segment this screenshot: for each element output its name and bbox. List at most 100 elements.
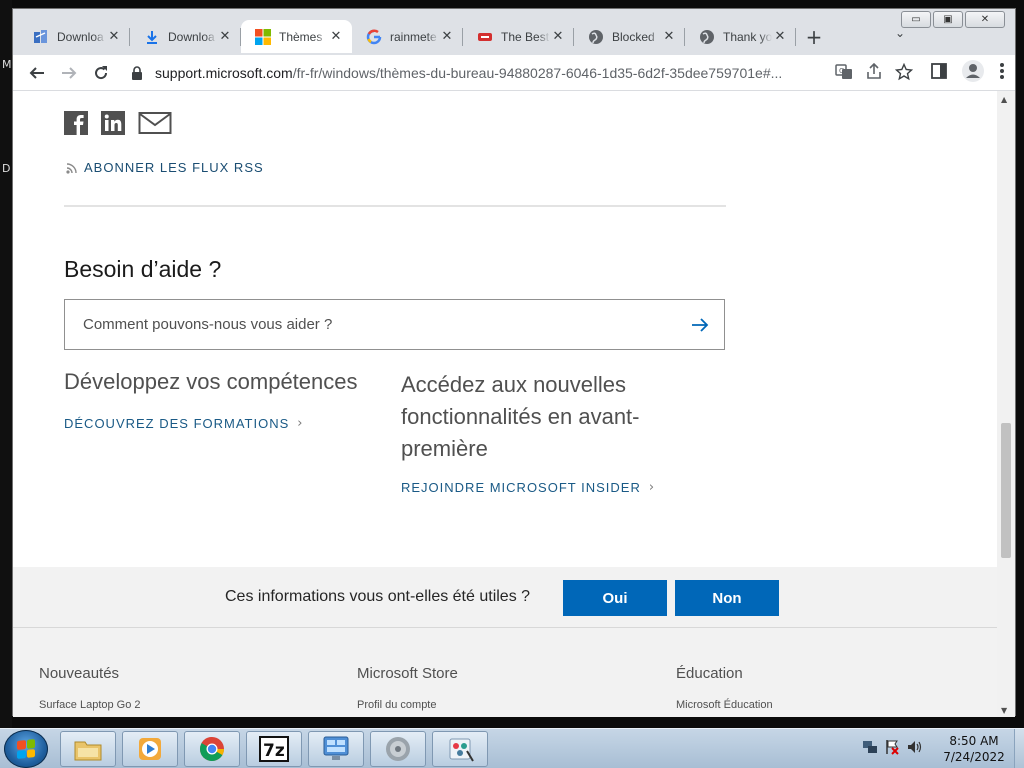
- tab-thank-you[interactable]: Thank yo ✕: [685, 20, 796, 53]
- minimize-button[interactable]: ▭: [901, 11, 931, 28]
- side-panel-icon[interactable]: [931, 63, 947, 79]
- 7zip-icon[interactable]: 7z: [246, 731, 302, 767]
- desktop-icon-label: M: [2, 58, 12, 71]
- menu-dots-icon[interactable]: [999, 62, 1005, 80]
- close-button[interactable]: ✕: [965, 11, 1005, 28]
- browser-toolbar: support.microsoft.com/fr-fr/windows/thèm…: [13, 55, 1015, 91]
- tab-close-icon[interactable]: ✕: [550, 29, 566, 45]
- facebook-icon[interactable]: [64, 111, 88, 135]
- toolbar-right: [931, 59, 1005, 83]
- lock-icon[interactable]: [131, 66, 145, 80]
- url-text[interactable]: support.microsoft.com/fr-fr/windows/thèm…: [155, 65, 782, 81]
- tab-title: Blocked: [612, 29, 655, 44]
- paint-icon[interactable]: [432, 731, 488, 767]
- tab-title: Thèmes: [279, 29, 323, 44]
- rss-subscribe-link[interactable]: ABONNER LES FLUX RSS: [66, 160, 264, 175]
- footer-heading: Nouveautés: [39, 665, 120, 682]
- arrow-right-icon[interactable]: [690, 315, 710, 335]
- page-viewport: ABONNER LES FLUX RSS Besoin d’aide ? Dév…: [13, 91, 999, 717]
- new-tab-button[interactable]: +: [798, 20, 830, 53]
- tab-blocked[interactable]: Blocked ✕: [574, 20, 685, 53]
- tabs: Downloa ✕ Downloa ✕ Thèmes ✕ rainmete ✕ …: [19, 20, 830, 53]
- insider-heading: Accédez aux nouvelles fonctionnalités en…: [401, 372, 640, 461]
- url-host: support.microsoft.com: [155, 65, 293, 81]
- email-icon[interactable]: [138, 111, 172, 135]
- skills-heading: Développez vos compétences: [64, 369, 358, 394]
- tab-title: The Best: [501, 29, 550, 44]
- training-link[interactable]: DÉCOUVREZ DES FORMATIONS ›: [64, 416, 303, 431]
- control-panel-icon[interactable]: [308, 731, 364, 767]
- profile-avatar-icon[interactable]: [961, 59, 985, 83]
- tab-the-best[interactable]: The Best ✕: [463, 20, 574, 53]
- clock-date: 7/24/2022: [943, 750, 1005, 764]
- footer-link[interactable]: Profil du compte: [357, 699, 458, 711]
- back-arrow-icon: [29, 66, 44, 79]
- action-center-flag-icon[interactable]: [884, 739, 900, 755]
- tab-themes[interactable]: Thèmes ✕: [241, 20, 352, 53]
- bookmark-star-icon[interactable]: [895, 63, 913, 81]
- tab-search-button[interactable]: ⌄: [895, 26, 905, 40]
- tab-rainmeter[interactable]: rainmete ✕: [352, 20, 463, 53]
- tab-close-icon[interactable]: ✕: [661, 29, 677, 45]
- file-explorer-icon[interactable]: [60, 731, 116, 767]
- reload-button[interactable]: [85, 57, 117, 89]
- tab-download-2[interactable]: Downloa ✕: [130, 20, 241, 53]
- clock-time: 8:50 AM: [949, 734, 999, 748]
- omnibox-actions: G: [835, 63, 913, 81]
- footer-link[interactable]: Microsoft Éducation: [676, 699, 773, 711]
- maximize-button[interactable]: ▣: [933, 11, 963, 28]
- footer-heading: Microsoft Store: [357, 665, 458, 682]
- taskbar: 7z 8:50 AM 7/24/2022: [0, 728, 1024, 768]
- speaker-app-icon[interactable]: [370, 731, 426, 767]
- translate-icon[interactable]: G: [835, 63, 853, 81]
- window-controls: ▭ ▣ ✕: [901, 11, 1005, 28]
- microsoft-logo-icon: [255, 28, 271, 45]
- training-link-label: DÉCOUVREZ DES FORMATIONS: [64, 416, 290, 431]
- footer-column-whats-new: Nouveautés Surface Laptop Go 2: [39, 665, 141, 711]
- tab-title: Downloa: [168, 29, 215, 44]
- video-site-icon: [477, 29, 493, 45]
- tab-title: rainmete: [390, 29, 437, 44]
- globe-icon: [588, 29, 604, 45]
- chrome-icon[interactable]: [184, 731, 240, 767]
- tab-close-icon[interactable]: ✕: [772, 29, 788, 45]
- tab-close-icon[interactable]: ✕: [106, 29, 122, 45]
- start-button[interactable]: [4, 730, 48, 768]
- system-tray: [862, 739, 924, 755]
- share-icon[interactable]: [865, 63, 883, 81]
- scroll-down-arrow-icon[interactable]: ▼: [1001, 706, 1007, 715]
- linkedin-icon[interactable]: [101, 111, 125, 135]
- scroll-thumb[interactable]: [1001, 423, 1011, 558]
- help-search-input[interactable]: [83, 316, 643, 333]
- tab-close-icon[interactable]: ✕: [217, 29, 233, 45]
- windows-logo-icon: [17, 739, 35, 759]
- forward-arrow-icon: [62, 66, 77, 79]
- footer-link[interactable]: Surface Laptop Go 2: [39, 699, 141, 711]
- feedback-yes-button[interactable]: Oui: [563, 580, 667, 616]
- page-scrollbar[interactable]: ▲ ▼: [997, 91, 1015, 717]
- media-player-icon[interactable]: [122, 731, 178, 767]
- insider-link[interactable]: REJOINDRE MICROSOFT INSIDER ›: [401, 480, 655, 495]
- feedback-bar: Ces informations vous ont-elles été util…: [13, 567, 999, 627]
- browser-window: ▭ ▣ ✕ Downloa ✕ Downloa ✕ Thèmes ✕ rainm…: [12, 8, 1016, 717]
- volume-icon[interactable]: [906, 739, 924, 755]
- feedback-no-button[interactable]: Non: [675, 580, 779, 616]
- tab-title: Thank yo: [723, 29, 772, 44]
- back-button[interactable]: [21, 57, 53, 89]
- site-footer: Nouveautés Surface Laptop Go 2 Microsoft…: [13, 627, 999, 717]
- network-icon[interactable]: [862, 739, 878, 755]
- forward-button[interactable]: [53, 57, 85, 89]
- chevron-right-icon: ›: [297, 416, 304, 431]
- show-desktop-button[interactable]: [1014, 729, 1024, 768]
- tab-download-1[interactable]: Downloa ✕: [19, 20, 130, 53]
- system-clock[interactable]: 8:50 AM 7/24/2022: [936, 733, 1012, 765]
- tab-close-icon[interactable]: ✕: [328, 29, 344, 45]
- address-bar[interactable]: support.microsoft.com/fr-fr/windows/thèm…: [123, 58, 913, 88]
- tab-close-icon[interactable]: ✕: [439, 29, 455, 45]
- tab-title: Downloa: [57, 29, 104, 44]
- globe-icon: [699, 29, 715, 45]
- help-search-box: [64, 299, 725, 350]
- insider-link-label: REJOINDRE MICROSOFT INSIDER: [401, 480, 641, 495]
- scroll-up-arrow-icon[interactable]: ▲: [1001, 95, 1007, 104]
- section-divider: [64, 205, 726, 207]
